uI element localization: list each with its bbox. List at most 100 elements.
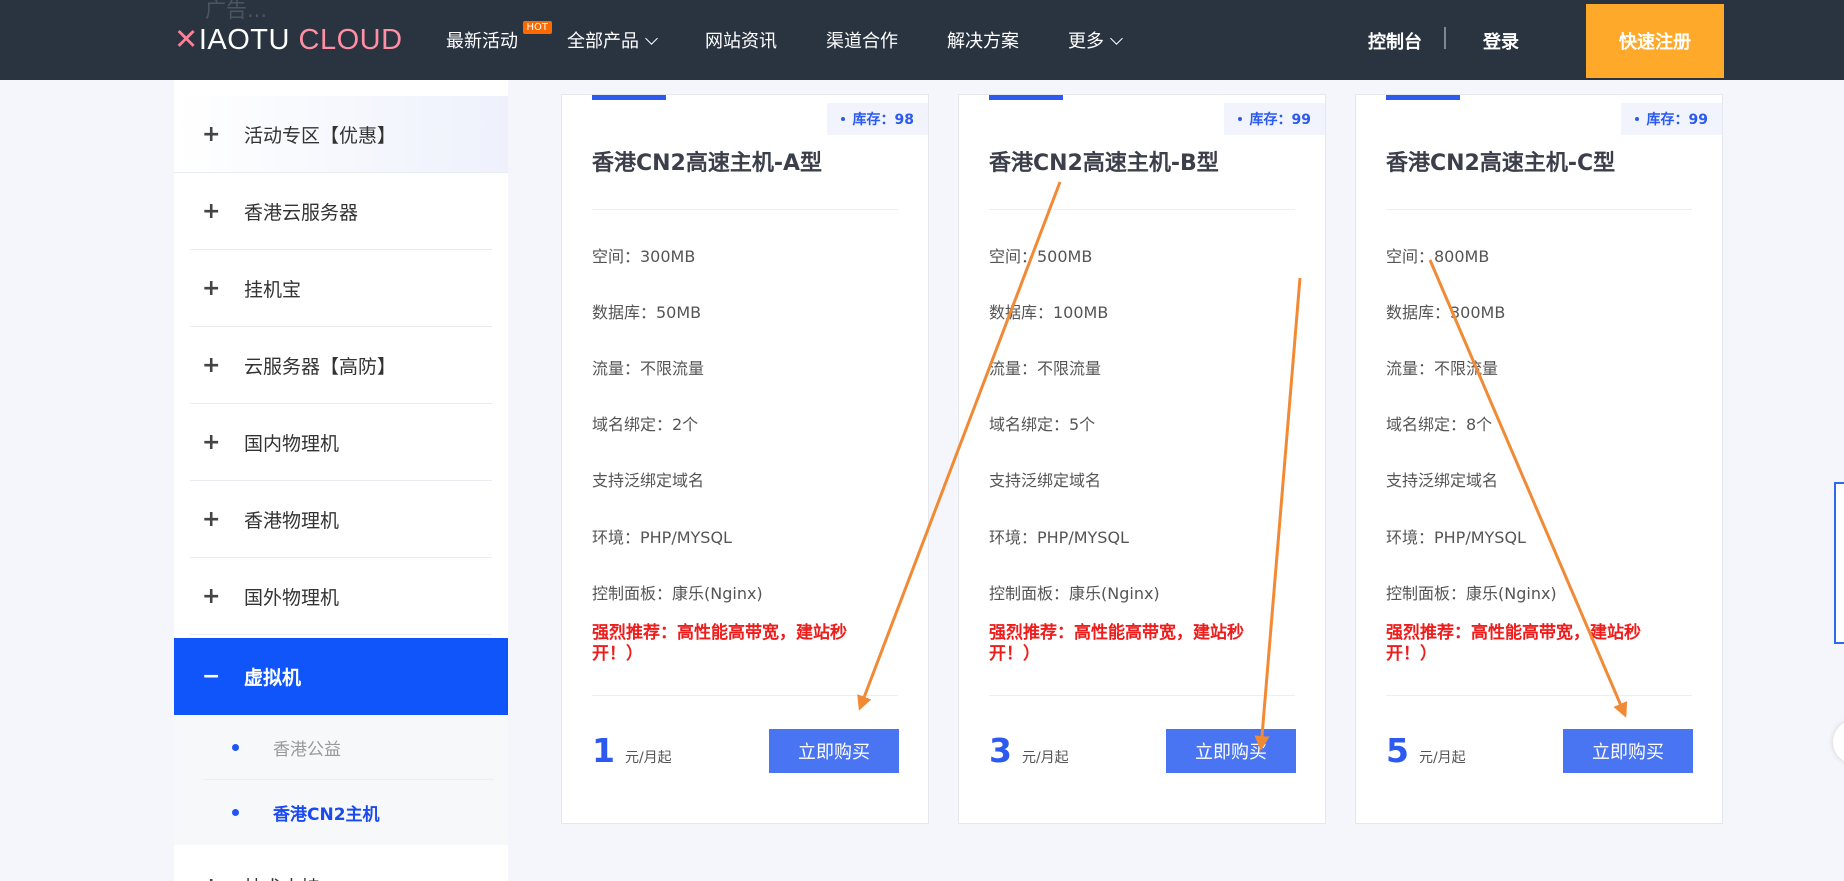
spec-environment: 环境：PHP/MYSQL: [592, 528, 732, 547]
console-link[interactable]: 控制台: [1368, 28, 1422, 54]
card-top-accent: [989, 95, 1063, 100]
sidebar-item-tech-support[interactable]: + 技术支持: [190, 848, 492, 881]
sidebar-item-guajibao[interactable]: + 挂机宝: [190, 250, 492, 327]
nav-solutions[interactable]: 解决方案: [947, 27, 1019, 53]
title-divider: [989, 209, 1295, 210]
spec-panel: 控制面板：康乐(Nginx): [1386, 584, 1557, 603]
spec-domains: 域名绑定：2个: [592, 415, 699, 434]
sidebar-item-label: 技术支持: [244, 873, 320, 881]
stock-badge: 库存：98: [826, 103, 928, 135]
sidebar-item-label: 国内物理机: [244, 432, 340, 455]
nav-label: 全部产品: [567, 31, 639, 52]
category-sidebar: + 活动专区【优惠】 + 香港云服务器 + 挂机宝 + 云服务器【高防】 + 国…: [174, 80, 508, 881]
spec-domains: 域名绑定：8个: [1386, 415, 1493, 434]
spec-space: 空间：500MB: [989, 247, 1093, 266]
spec-traffic: 流量：不限流量: [989, 359, 1102, 378]
price-value: 3: [989, 731, 1012, 770]
sidebar-item-label: 国外物理机: [244, 586, 340, 609]
plus-icon: +: [202, 874, 230, 881]
sidebar-item-label: 挂机宝: [244, 278, 302, 301]
recommend-text: 强烈推荐：高性能高带宽，建站秒开！）: [989, 623, 1244, 664]
nav-all-products[interactable]: 全部产品: [567, 27, 658, 53]
product-card-b: 库存：99 香港CN2高速主机-B型 空间：500MB 数据库：100MB 流量…: [958, 94, 1326, 824]
sidebar-item-promotions[interactable]: + 活动专区【优惠】: [174, 96, 508, 173]
chevron-down-icon: [1110, 32, 1123, 45]
sidebar-subitem-hk-cn2[interactable]: 香港CN2主机: [174, 780, 508, 845]
spec-traffic: 流量：不限流量: [592, 359, 705, 378]
header-divider: [1444, 27, 1446, 49]
sidebar-subitem-label: 香港CN2主机: [273, 805, 380, 825]
recommend-text: 强烈推荐：高性能高带宽，建站秒开！）: [1386, 623, 1641, 664]
stock-badge: 库存：99: [1223, 103, 1325, 135]
hot-badge: HOT: [522, 21, 552, 34]
floating-side-button[interactable]: [1833, 720, 1844, 764]
title-divider: [592, 209, 898, 210]
sidebar-item-virtual-host[interactable]: − 虚拟机: [174, 638, 508, 715]
main-nav: 最新活动 HOT 全部产品 网站资讯 渠道合作 解决方案 更多: [446, 21, 1170, 53]
nav-site-news[interactable]: 网站资讯: [705, 27, 777, 53]
site-logo[interactable]: ✕IAOTU CLOUD: [174, 22, 403, 57]
stock-dot-icon: [1237, 117, 1242, 121]
stock-badge: 库存：99: [1620, 103, 1722, 135]
buy-now-button[interactable]: 立即购买: [769, 729, 899, 773]
nav-label: 更多: [1068, 31, 1104, 52]
sidebar-item-label: 虚拟机: [244, 667, 302, 689]
spec-panel: 控制面板：康乐(Nginx): [592, 584, 763, 603]
product-card-a: 库存：98 香港CN2高速主机-A型 空间：300MB 数据库：50MB 流量：…: [561, 94, 929, 824]
login-link[interactable]: 登录: [1483, 28, 1519, 54]
sidebar-item-foreign-physical[interactable]: + 国外物理机: [190, 558, 492, 635]
spec-environment: 环境：PHP/MYSQL: [989, 528, 1129, 547]
nav-latest-activity[interactable]: 最新活动 HOT: [446, 21, 552, 53]
sidebar-subitem-hk-charity[interactable]: 香港公益: [174, 715, 508, 780]
title-divider: [1386, 209, 1692, 210]
nav-label: 解决方案: [947, 31, 1019, 52]
card-top-accent: [592, 95, 666, 100]
recommend-text: 强烈推荐：高性能高带宽，建站秒开！）: [592, 623, 847, 664]
chevron-down-icon: [645, 32, 658, 45]
sidebar-item-label: 香港物理机: [244, 509, 340, 532]
price-divider: [592, 695, 898, 696]
plus-icon: +: [202, 506, 221, 532]
nav-label: 渠道合作: [826, 31, 898, 52]
spec-wildcard: 支持泛绑定域名: [1386, 471, 1499, 490]
spec-environment: 环境：PHP/MYSQL: [1386, 528, 1526, 547]
spec-database: 数据库：100MB: [989, 303, 1109, 322]
price-block: 3 元/月起: [989, 731, 1069, 770]
register-button[interactable]: 快速注册: [1586, 4, 1724, 78]
top-header: 广告... ✕IAOTU CLOUD 最新活动 HOT 全部产品 网站资讯 渠道…: [0, 0, 1844, 80]
product-title: 香港CN2高速主机-C型: [1386, 151, 1616, 176]
price-block: 5 元/月起: [1386, 731, 1466, 770]
plus-icon: +: [202, 352, 221, 378]
sidebar-item-domestic-physical[interactable]: + 国内物理机: [190, 404, 492, 481]
price-value: 5: [1386, 731, 1409, 770]
buy-now-button[interactable]: 立即购买: [1166, 729, 1296, 773]
sidebar-item-ddos-cloud[interactable]: + 云服务器【高防】: [190, 327, 492, 404]
nav-label: 网站资讯: [705, 31, 777, 52]
spec-wildcard: 支持泛绑定域名: [989, 471, 1102, 490]
price-value: 1: [592, 731, 615, 770]
sidebar-item-label: 香港云服务器: [244, 201, 359, 224]
sidebar-item-label: 活动专区【优惠】: [244, 124, 397, 147]
header-ghost-text: 广告...: [205, 0, 268, 22]
stock-dot-icon: [1634, 117, 1639, 121]
spec-space: 空间：800MB: [1386, 247, 1490, 266]
nav-more[interactable]: 更多: [1068, 27, 1123, 53]
plus-icon: +: [202, 121, 221, 147]
stock-dot-icon: [840, 117, 845, 121]
price-unit: 元/月起: [1021, 750, 1069, 766]
spec-traffic: 流量：不限流量: [1386, 359, 1499, 378]
buy-now-button[interactable]: 立即购买: [1563, 729, 1693, 773]
price-unit: 元/月起: [1418, 750, 1466, 766]
floating-side-panel[interactable]: [1834, 482, 1844, 644]
card-top-accent: [1386, 95, 1460, 100]
sidebar-item-hk-physical[interactable]: + 香港物理机: [190, 481, 492, 558]
spec-panel: 控制面板：康乐(Nginx): [989, 584, 1160, 603]
nav-channel-partner[interactable]: 渠道合作: [826, 27, 898, 53]
stock-label: 库存：99: [1249, 112, 1311, 128]
price-divider: [1386, 695, 1692, 696]
spec-domains: 域名绑定：5个: [989, 415, 1096, 434]
stock-label: 库存：98: [852, 112, 914, 128]
plus-icon: +: [202, 429, 221, 455]
sidebar-item-hk-cloud[interactable]: + 香港云服务器: [190, 173, 492, 250]
price-unit: 元/月起: [624, 750, 672, 766]
